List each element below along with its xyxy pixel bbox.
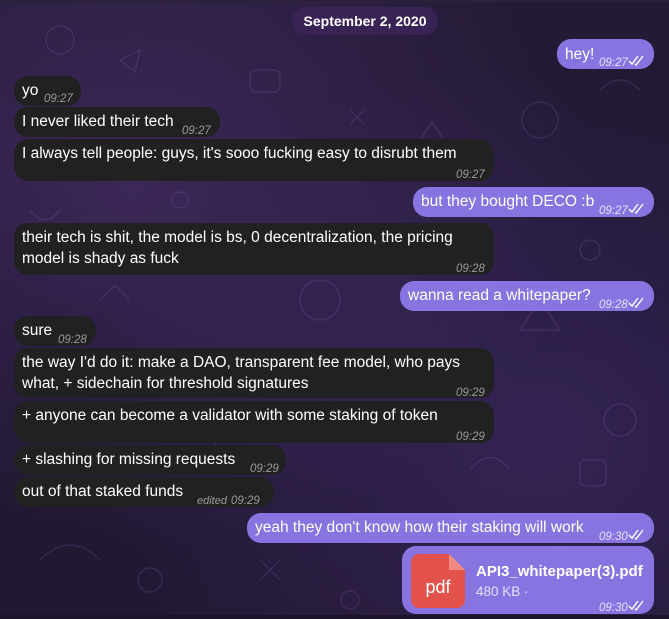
message-time: 09:29 xyxy=(230,495,260,507)
date-label: September 2, 2020 xyxy=(303,13,427,29)
top-divider xyxy=(0,0,669,2)
message-text: yeah they don't know how their staking w… xyxy=(255,519,584,536)
message-meta: edited 09:29 xyxy=(197,491,260,512)
message-bubble-incoming[interactable]: I never liked their tech 09:27 xyxy=(14,107,220,137)
message-bubble-outgoing[interactable]: yeah they don't know how their staking w… xyxy=(247,513,654,543)
message-bubble-outgoing[interactable]: but they bought DECO :b 09:27 xyxy=(413,187,654,217)
message-bubble-outgoing[interactable]: hey! 09:27 xyxy=(557,39,654,69)
message-text-line-1: their tech is shit, the model is bs, 0 d… xyxy=(22,229,453,246)
message-time: 09:27 xyxy=(456,169,485,181)
message-text: + anyone can become a validator with som… xyxy=(22,407,438,424)
message-bubble-incoming[interactable]: the way I'd do it: make a DAO, transpare… xyxy=(14,348,494,399)
file-name[interactable]: API3_whitepaper(3).pdf xyxy=(476,561,643,582)
message-bubble-outgoing[interactable]: wanna read a whitepaper? 09:28 xyxy=(400,281,654,311)
double-check-icon xyxy=(628,297,644,308)
message-bubble-incoming[interactable]: + slashing for missing requests 09:29 xyxy=(14,445,286,475)
message-time: 09:27 xyxy=(599,57,628,69)
message-time: 09:27 xyxy=(599,205,628,217)
message-text-line-2: what, + sidechain for threshold signatur… xyxy=(22,375,309,392)
message-text: but they bought DECO :b xyxy=(421,193,595,210)
message-time: 09:28 xyxy=(599,299,628,311)
message-text: I never liked their tech xyxy=(22,113,174,130)
message-text: wanna read a whitepaper? xyxy=(408,287,591,304)
message-text: I always tell people: guys, it's sooo fu… xyxy=(22,145,457,162)
message-bubble-incoming[interactable]: + anyone can become a validator with som… xyxy=(14,401,494,443)
message-text: hey! xyxy=(565,46,595,63)
message-text: yo xyxy=(22,82,39,99)
pdf-icon-label: pdf xyxy=(425,577,451,597)
double-check-icon xyxy=(628,55,644,66)
message-text: out of that staked funds xyxy=(22,483,184,500)
message-bubble-incoming[interactable]: their tech is shit, the model is bs, 0 d… xyxy=(14,223,494,275)
message-text-line-1: the way I'd do it: make a DAO, transpare… xyxy=(22,354,461,371)
file-message-bubble[interactable]: pdf API3_whitepaper(3).pdf 480 KB · 09:3… xyxy=(402,546,654,614)
message-bubble-incoming[interactable]: sure 09:28 xyxy=(14,316,96,346)
message-text-line-2: model is shady as fuck xyxy=(22,250,179,267)
file-size: 480 KB · xyxy=(476,584,529,599)
pdf-file-icon[interactable]: pdf xyxy=(411,554,465,608)
date-separator: September 2, 2020 xyxy=(292,7,438,35)
message-time: 09:30 xyxy=(599,531,628,543)
pdf-fold-corner xyxy=(449,554,465,570)
message-bubble-incoming[interactable]: yo 09:27 xyxy=(14,76,81,106)
double-check-icon xyxy=(628,600,644,611)
message-time: 09:30 xyxy=(599,602,628,614)
message-time: 09:29 xyxy=(456,431,485,443)
message-text: + slashing for missing requests xyxy=(22,451,236,468)
edited-label: edited xyxy=(197,495,227,507)
double-check-icon xyxy=(628,203,644,214)
message-text: sure xyxy=(22,322,53,339)
message-bubble-incoming[interactable]: out of that staked funds edited 09:29 xyxy=(14,477,274,507)
double-check-icon xyxy=(628,529,644,540)
message-bubble-incoming[interactable]: I always tell people: guys, it's sooo fu… xyxy=(14,139,494,181)
message-time: 09:28 xyxy=(456,263,485,275)
